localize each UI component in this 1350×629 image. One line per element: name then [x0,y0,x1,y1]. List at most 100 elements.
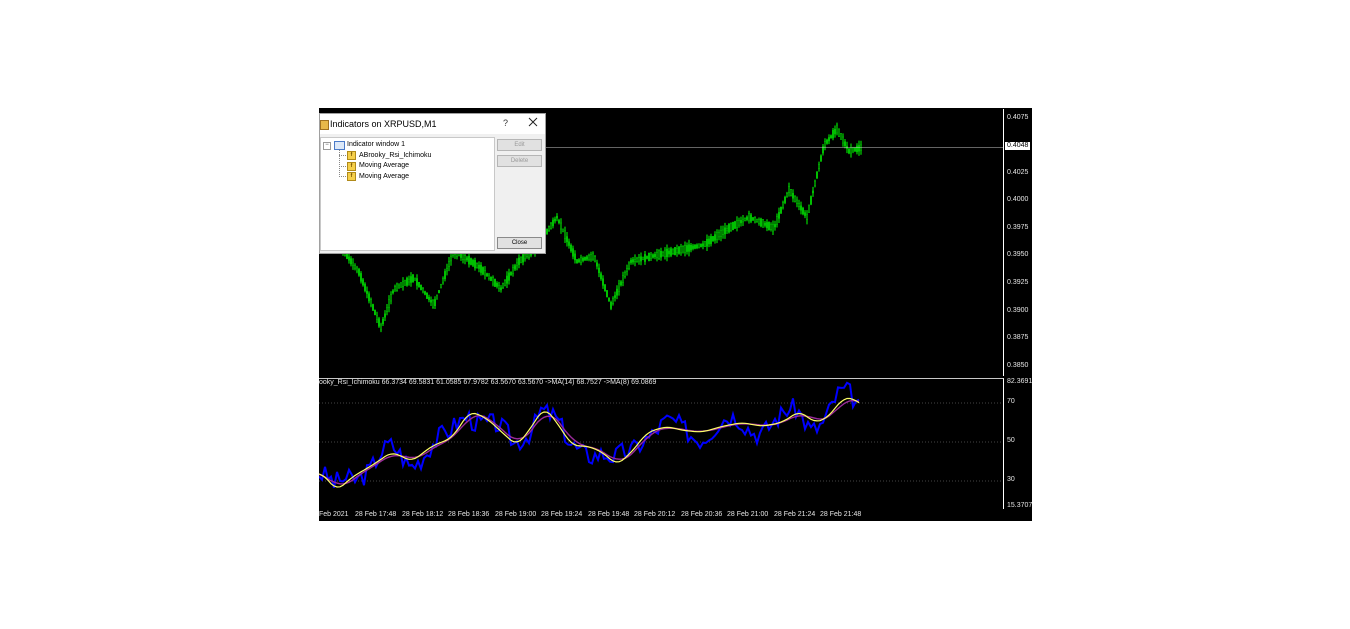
collapse-toggle[interactable]: − [323,142,331,150]
delete-button[interactable]: Delete [497,155,542,167]
candle-body [718,232,720,238]
candle-body [468,255,470,265]
candle-body [834,128,836,135]
candle-body [632,259,634,263]
candle-body [770,224,772,230]
dialog-titlebar[interactable]: Indicators on XRPUSD,M1 ? [320,114,545,134]
indicators-dialog: Indicators on XRPUSD,M1 ? − Indicator wi… [319,113,546,254]
candle-body [672,249,674,254]
candle-body [646,256,648,259]
tree-item-indicator[interactable]: Moving Average [359,173,409,180]
ma-fast-line [319,397,860,488]
candle-body [682,246,684,253]
time-tick: 28 Feb 20:36 [681,511,723,518]
tree-item-indicator[interactable]: Moving Average [359,162,409,169]
candle-body [712,236,714,242]
indicator-tree[interactable]: − Indicator window 1 f ABrooky_Rsi_Ichim… [320,137,495,251]
app-icon [320,120,329,130]
candle-body [852,148,854,152]
candle-body [396,283,398,291]
candle-body [788,186,790,194]
candle-body [592,252,594,260]
candle-body [710,236,712,245]
candle-body [856,145,858,153]
candle-body [854,147,856,152]
close-icon[interactable] [528,117,538,127]
candle-body [622,274,624,283]
time-tick: 28 Feb 21:00 [727,511,769,518]
candle-body [450,255,452,262]
candle-body [522,254,524,263]
current-price-tag: 0.4048 [1005,142,1031,150]
candle-body [744,218,746,221]
candle-body [424,291,426,295]
candle-body [644,254,646,262]
candle-body [808,204,810,213]
price-tick: 0.3950 [1007,251,1029,258]
candle-body [590,254,592,260]
candle-body [470,258,472,265]
candle-body [562,228,564,233]
candle-body [578,259,580,263]
candle-body [734,221,736,229]
candle-body [780,206,782,214]
candle-body [814,180,816,187]
candle-body [752,217,754,221]
candle-body [858,145,860,152]
candle-body [760,218,762,227]
price-tick: 0.3850 [1007,362,1029,369]
candle-body [498,285,500,289]
edit-button[interactable]: Edit [497,139,542,151]
candle-body [846,145,848,149]
candle-body [732,222,734,231]
candle-body [796,199,798,205]
candle-body [628,262,630,269]
time-tick: 28 Feb 17:48 [355,511,397,518]
candle-body [432,300,434,308]
candle-body [670,248,672,256]
indicator-pane[interactable] [319,378,1004,509]
candle-body [758,219,760,224]
candle-body [594,256,596,262]
candle-body [374,309,376,315]
candle-body [804,212,806,216]
candle-body [726,228,728,232]
close-button[interactable]: Close [497,237,542,249]
candle-body [356,267,358,272]
candle-body [412,274,414,283]
candle-body [446,267,448,272]
candle-body [818,164,820,169]
candle-body [370,299,372,306]
candle-body [656,252,658,259]
tree-root-indicator-window[interactable]: Indicator window 1 [347,141,405,148]
help-button[interactable]: ? [503,118,508,128]
candle-body [506,275,508,284]
price-tick: 0.3875 [1007,334,1029,341]
candle-body [620,281,622,286]
candle-body [768,222,770,231]
time-tick: 28 Feb 18:12 [402,511,444,518]
tree-item-indicator[interactable]: ABrooky_Rsi_Ichimoku [359,152,431,159]
candle-body [848,148,850,154]
candle-body [586,256,588,260]
dialog-title: Indicators on XRPUSD,M1 [330,119,437,129]
candle-body [486,273,488,277]
candle-body [438,290,440,294]
candle-body [378,318,380,327]
candle-body [742,218,744,223]
candle-body [416,278,418,286]
price-tick: 0.3900 [1007,307,1029,314]
candle-body [654,254,656,258]
candle-body [748,213,750,222]
candle-body [792,193,794,199]
candle-body [802,207,804,215]
candle-body [602,278,604,286]
candle-body [690,244,692,251]
candle-body [360,273,362,282]
candle-body [762,219,764,228]
indicator-level: 30 [1007,476,1015,483]
candle-body [708,238,710,245]
candle-body [382,318,384,325]
candle-body [552,219,554,227]
candle-body [546,228,548,235]
